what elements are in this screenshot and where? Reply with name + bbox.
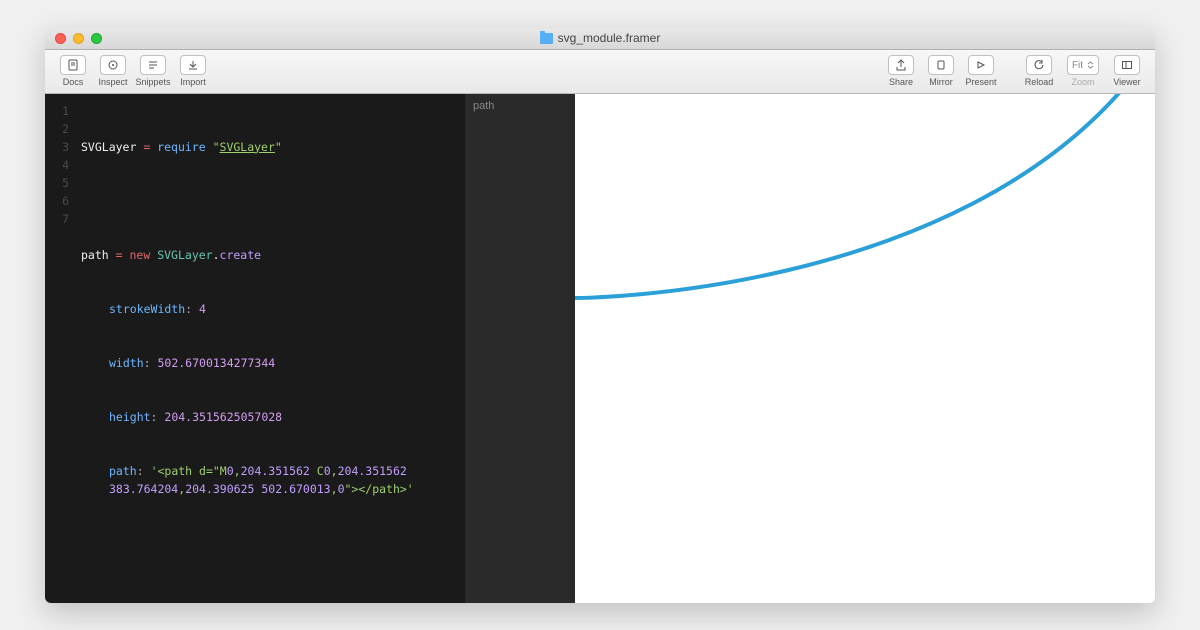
code-line: strokeWidth: 4 <box>81 300 459 318</box>
viewer-label: Viewer <box>1113 77 1140 87</box>
snippets-button[interactable]: Snippets <box>133 55 173 87</box>
preview-canvas[interactable] <box>575 94 1155 603</box>
code-line: width: 502.6700134277344 <box>81 354 459 372</box>
line-gutter: 1 2 3 4 5 6 7 <box>45 94 79 603</box>
zoom-label: Zoom <box>1071 77 1094 87</box>
maximize-button[interactable] <box>91 33 102 44</box>
zoom-value: Fit <box>1072 60 1083 71</box>
line-number: 2 <box>45 120 79 138</box>
inspect-button[interactable]: Inspect <box>93 55 133 87</box>
docs-label: Docs <box>63 77 84 87</box>
line-number: 6 <box>45 192 79 210</box>
docs-button[interactable]: Docs <box>53 55 93 87</box>
reload-icon <box>1026 55 1052 75</box>
code-line <box>81 192 459 210</box>
titlebar[interactable]: svg_module.framer <box>45 28 1155 50</box>
code-editor[interactable]: 1 2 3 4 5 6 7 SVGLayer = require "SVGLay… <box>45 94 465 603</box>
import-icon <box>180 55 206 75</box>
present-icon <box>968 55 994 75</box>
line-number: 7 <box>45 210 79 228</box>
present-label: Present <box>965 77 996 87</box>
viewer-button[interactable]: Viewer <box>1107 55 1147 87</box>
code-line: height: 204.3515625057028 <box>81 408 459 426</box>
code-line: path = new SVGLayer.create <box>81 246 459 264</box>
mirror-button[interactable]: Mirror <box>921 55 961 87</box>
code-line: path: '<path d="M0,204.351562 C0,204.351… <box>81 462 459 498</box>
chevron-updown-icon <box>1087 61 1094 69</box>
close-button[interactable] <box>55 33 66 44</box>
folder-icon <box>540 33 553 44</box>
toolbar-right: Share Mirror Present Reload <box>881 55 1147 87</box>
reload-button[interactable]: Reload <box>1019 55 1059 87</box>
reload-label: Reload <box>1025 77 1054 87</box>
layers-panel[interactable]: path <box>465 94 575 603</box>
snippets-label: Snippets <box>135 77 170 87</box>
toolbar: Docs Inspect Snippets Import <box>45 50 1155 94</box>
window-title: svg_module.framer <box>45 31 1155 45</box>
docs-icon <box>60 55 86 75</box>
share-icon <box>888 55 914 75</box>
zoom-select[interactable]: Fit <box>1067 55 1099 75</box>
present-button[interactable]: Present <box>961 55 1001 87</box>
app-window: svg_module.framer Docs Inspect Snippe <box>45 28 1155 603</box>
line-number: 1 <box>45 102 79 120</box>
traffic-lights <box>45 33 102 44</box>
import-button[interactable]: Import <box>173 55 213 87</box>
window-title-text: svg_module.framer <box>558 31 661 45</box>
layer-item[interactable]: path <box>473 100 567 112</box>
share-label: Share <box>889 77 913 87</box>
viewer-icon <box>1114 55 1140 75</box>
line-number: 5 <box>45 174 79 192</box>
share-button[interactable]: Share <box>881 55 921 87</box>
workspace: 1 2 3 4 5 6 7 SVGLayer = require "SVGLay… <box>45 94 1155 603</box>
toolbar-left: Docs Inspect Snippets Import <box>53 55 213 87</box>
snippets-icon <box>140 55 166 75</box>
import-label: Import <box>180 77 206 87</box>
zoom-control[interactable]: Fit Zoom <box>1059 55 1107 87</box>
mirror-label: Mirror <box>929 77 953 87</box>
code-content[interactable]: SVGLayer = require "SVGLayer" path = new… <box>79 94 465 603</box>
inspect-label: Inspect <box>98 77 127 87</box>
mirror-icon <box>928 55 954 75</box>
line-number: 3 <box>45 138 79 156</box>
line-number: 4 <box>45 156 79 174</box>
inspect-icon <box>100 55 126 75</box>
svg-path-preview <box>575 94 1155 324</box>
minimize-button[interactable] <box>73 33 84 44</box>
code-line: SVGLayer = require "SVGLayer" <box>81 138 459 156</box>
